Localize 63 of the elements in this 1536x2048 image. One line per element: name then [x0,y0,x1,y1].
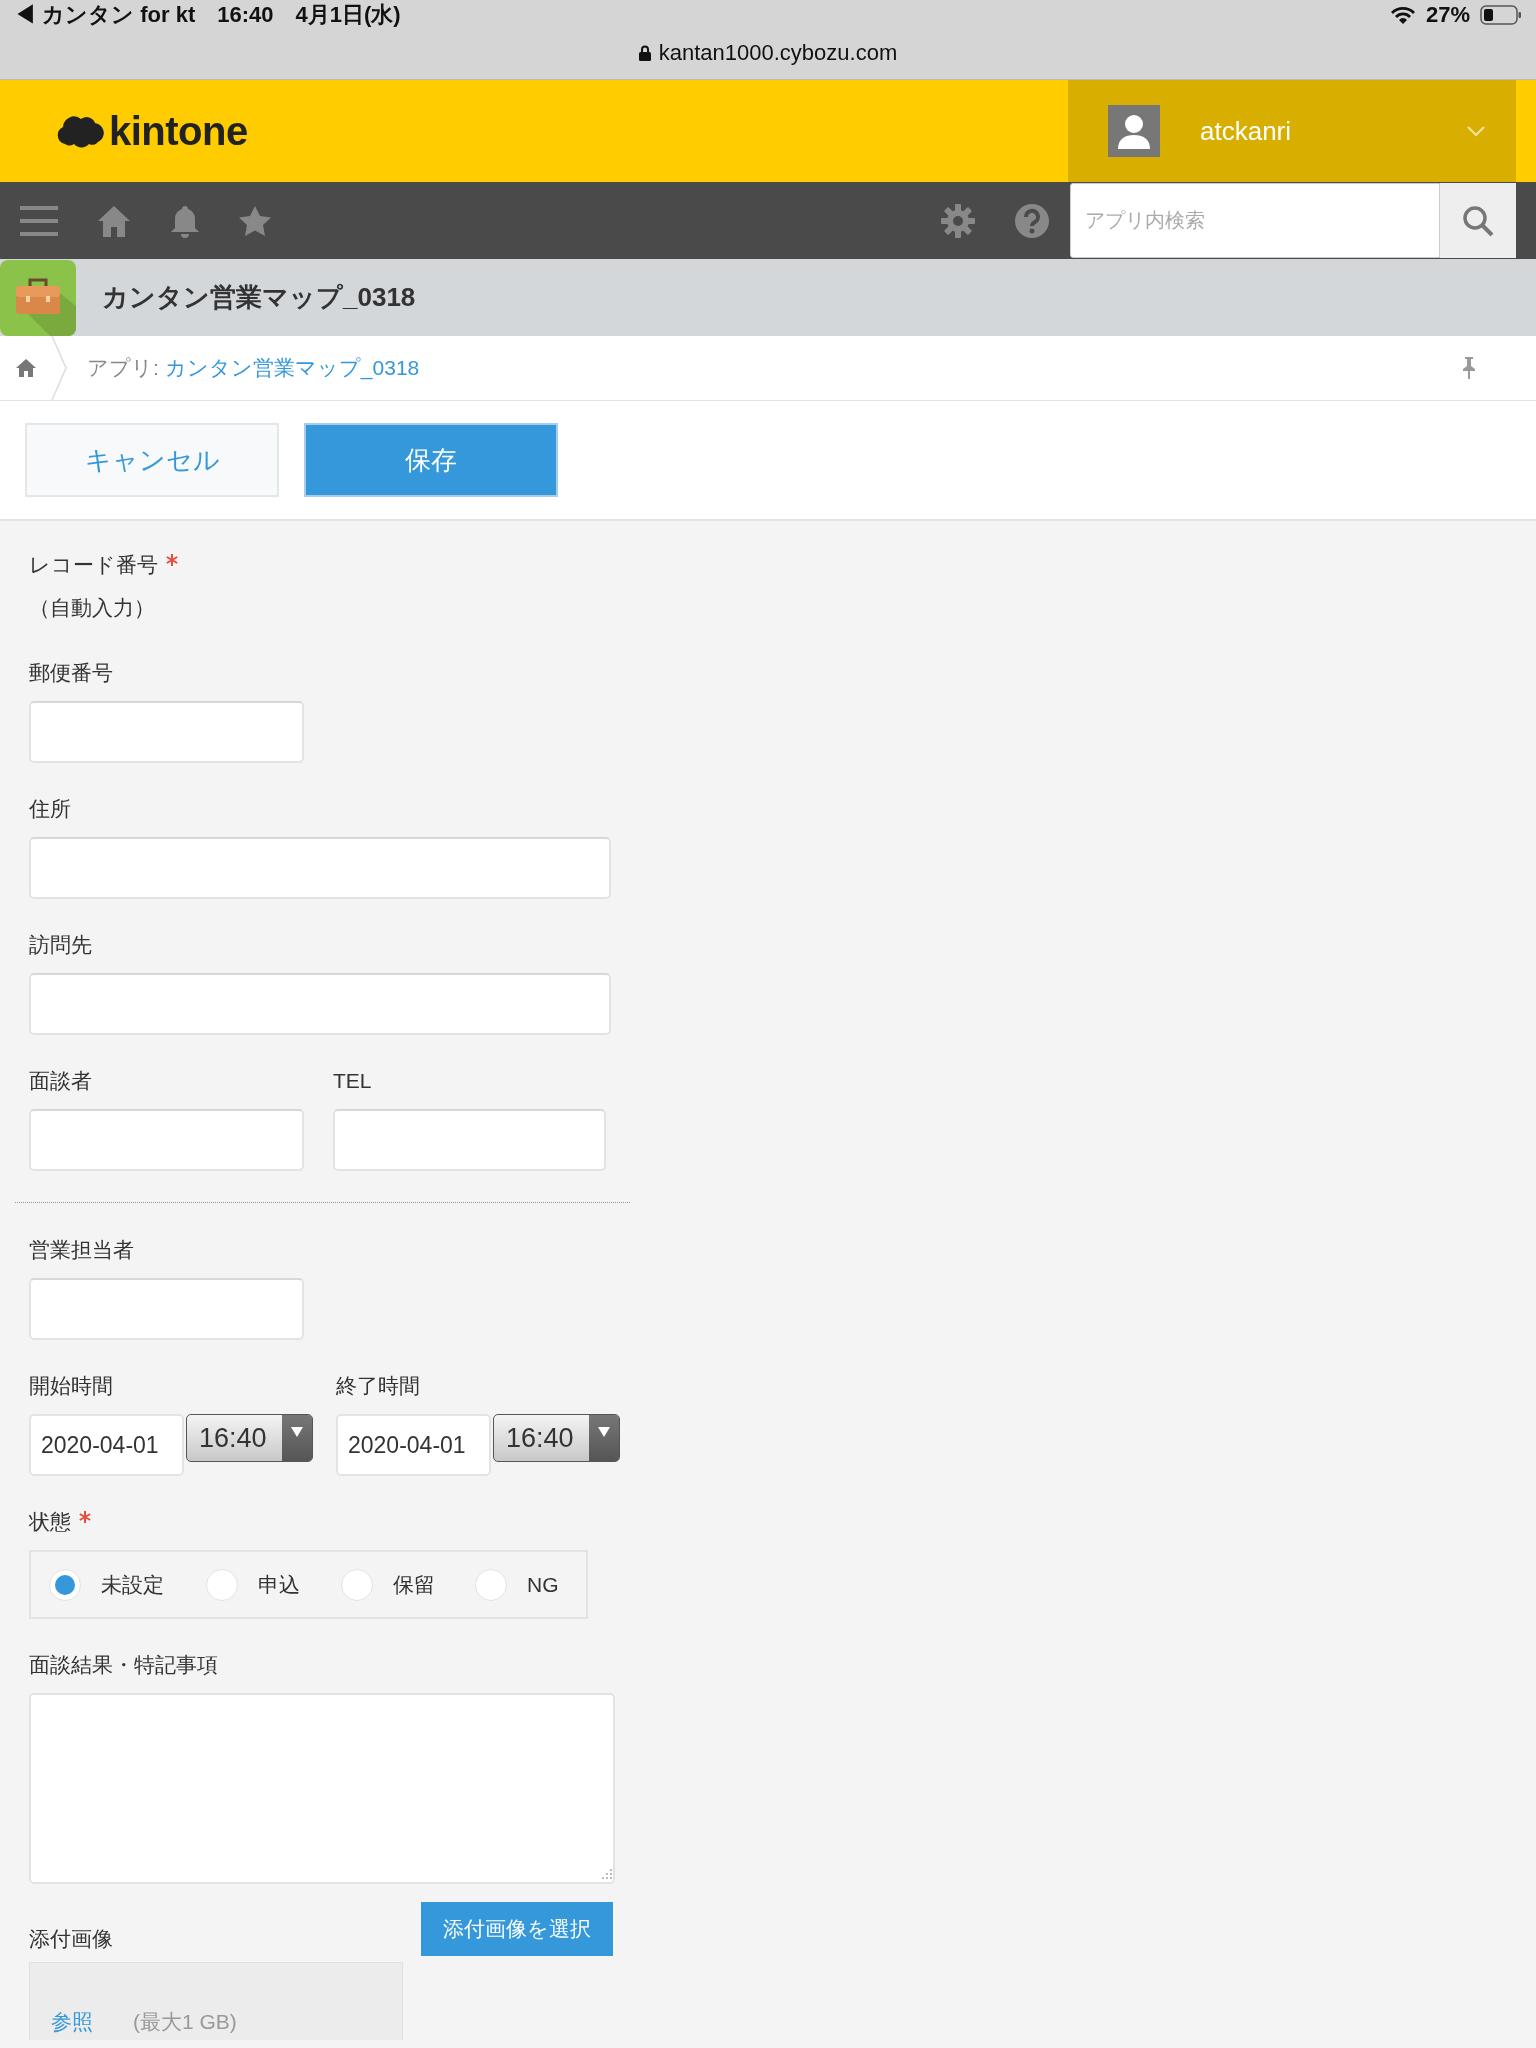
chevron-down-icon [1466,125,1486,137]
text-field[interactable] [29,1109,304,1171]
dropdown-arrow-icon [291,1427,303,1437]
app-title: カンタン営業マップ_0318 [102,281,416,314]
breadcrumb-prefix: アプリ: [87,355,159,381]
status-date: 4月1日(水) [295,1,401,29]
field-label: 住所 [29,796,71,822]
text-area[interactable] [29,1693,615,1884]
date-field[interactable]: 2020-04-01 [336,1414,491,1476]
field-label: 面談結果・特記事項 [29,1652,218,1678]
star-icon[interactable] [238,204,272,237]
radio-label: 保留 [393,1571,435,1598]
app-logo-text[interactable]: kintone [109,108,248,154]
search-button[interactable] [1440,183,1516,258]
status-time: 16:40 [217,2,274,28]
time-select[interactable]: 16:40 [186,1414,313,1462]
radio-label: 未設定 [101,1571,164,1598]
file-size-note: (最大1 GB) [133,2009,237,2035]
pin-icon[interactable] [1462,356,1476,380]
avatar-icon [1108,105,1160,157]
field-label: 終了時間 [336,1373,420,1399]
text-field[interactable] [29,973,611,1035]
home-icon[interactable] [15,358,37,378]
field-label: 郵便番号 [29,660,113,686]
field-value: （自動入力） [29,595,156,621]
address-bar-url[interactable]: kantan1000.cybozu.com [658,40,898,66]
radio-label: 申込 [258,1571,300,1598]
search-field[interactable]: アプリ内検索 [1070,183,1440,258]
user-name: atckanri [1200,115,1293,147]
search-icon [1462,204,1494,237]
menu-icon[interactable] [20,204,58,237]
field-label: 面談者 [29,1068,92,1094]
field-label: レコード番号 [29,552,158,578]
briefcase-app-icon[interactable] [0,259,76,336]
time-select[interactable]: 16:40 [493,1414,620,1462]
radio-button[interactable] [206,1568,238,1601]
bell-icon[interactable] [170,203,200,238]
radio-button[interactable] [49,1568,81,1601]
battery-percent: 27% [1425,2,1470,28]
field-label: 開始時間 [29,1373,113,1399]
back-to-app-link[interactable]: ◀ カンタン for kt [14,0,196,30]
battery-icon [1480,5,1522,25]
home-icon[interactable] [96,203,132,238]
text-field[interactable] [29,1278,304,1340]
text-field[interactable] [29,701,304,763]
text-field[interactable] [29,837,611,899]
text-field[interactable] [333,1109,606,1171]
field-label: 営業担当者 [29,1237,134,1263]
wifi-icon [1389,5,1416,25]
radio-button[interactable] [475,1568,507,1601]
help-icon[interactable] [1014,202,1050,239]
date-field[interactable]: 2020-04-01 [29,1414,184,1476]
radio-button[interactable] [341,1568,373,1601]
field-label: TEL [333,1068,372,1094]
cloud-logo-icon [55,114,105,148]
field-label: 状態 [29,1509,71,1535]
dropdown-arrow-icon [598,1427,610,1437]
settings-icon[interactable] [940,202,976,239]
resize-grip-icon[interactable] [601,1868,613,1880]
field-label: 訪問先 [29,932,92,958]
lock-icon [638,45,651,61]
radio-label: NG [527,1572,559,1597]
field-label: 添付画像 [29,1926,113,1952]
